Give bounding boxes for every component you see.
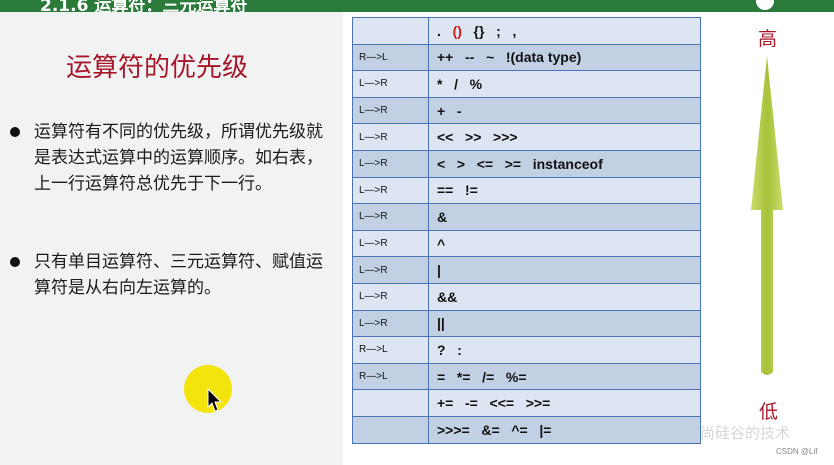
page-title: 运算符的优先级 [66, 53, 249, 83]
table-row: L—>R < > <= >= instanceof [352, 149, 701, 178]
associativity-cell: L—>R [352, 149, 429, 178]
bullet-item: 只有单目运算符、三元运算符、赋值运算符是从右向左运算的。 [10, 249, 330, 301]
associativity-cell: L—>R [352, 96, 429, 125]
operators-text: {} ; , [461, 22, 517, 39]
operators-cell: . () {} ; , [428, 17, 701, 45]
associativity-cell: R—>L [352, 362, 429, 391]
operators-cell: && [428, 282, 701, 311]
circle-icon [756, 0, 774, 10]
table-row: R—>L = *= /= %= [352, 362, 701, 391]
precedence-table: . () {} ; , R—>L ++ -- ~ !(data type) L—>R *… [352, 17, 701, 444]
associativity-cell: L—>R [352, 203, 429, 231]
operators-cell: << >> >>> [428, 123, 701, 151]
operators-cell: = *= /= %= [428, 362, 701, 391]
table-row: L—>R || [352, 309, 701, 338]
operators-cell: ++ -- ~ !(data type) [428, 43, 701, 72]
table-row: L—>R ^ [352, 229, 701, 258]
table-row: >>>= &= ^= |= [352, 415, 701, 444]
bullet-text: 只有单目运算符、三元运算符、赋值运算符是从右向左运算的。 [34, 252, 323, 298]
slide-title: 2.1.6 运算符：三元运算符 [40, 0, 248, 12]
operators-cell: >>>= &= ^= |= [428, 415, 701, 444]
high-label: 高 [758, 28, 778, 50]
bullet-icon [10, 257, 20, 267]
table-row: L—>R & [352, 203, 701, 231]
table-row: L—>R && [352, 282, 701, 311]
associativity-cell: L—>R [352, 70, 429, 98]
associativity-cell: L—>R [352, 309, 429, 338]
bullet-item: 运算符有不同的优先级，所谓优先级就是表达式运算中的运算顺序。如右表，上一行运算符… [10, 119, 330, 197]
operators-cell: * / % [428, 70, 701, 98]
operators-cell: ? : [428, 336, 701, 364]
credit-text: CSDN @Lif [776, 447, 818, 456]
table-row: R—>L? : [352, 336, 701, 364]
operators-cell: + - [428, 96, 701, 125]
associativity-cell: R—>L [352, 336, 429, 364]
associativity-cell: L—>R [352, 176, 429, 205]
bullet-text: 运算符有不同的优先级，所谓优先级就是表达式运算中的运算顺序。如右表，上一行运算符… [34, 122, 323, 194]
bullet-icon [10, 127, 20, 137]
table-row: L—>R * / % [352, 70, 701, 98]
priority-arrow-icon [751, 56, 783, 375]
table-row: L—>R + - [352, 96, 701, 125]
table-row: L—>R | [352, 256, 701, 284]
table-row: += -= <<= >>= [352, 389, 701, 417]
operators-cell: == != [428, 176, 701, 205]
operators-cell: | [428, 256, 701, 284]
associativity-cell: L—>R [352, 123, 429, 151]
associativity-cell: L—>R [352, 256, 429, 284]
associativity-cell: R—>L [352, 43, 429, 72]
watermark: 尚硅谷的技术 [700, 424, 791, 442]
operators-cell: & [428, 203, 701, 231]
associativity-cell [352, 415, 429, 444]
table-row: L—>R == != [352, 176, 701, 205]
low-label: 低 [759, 401, 779, 423]
associativity-cell: L—>R [352, 282, 429, 311]
associativity-cell: L—>R [352, 229, 429, 258]
highlighted-operator: () [452, 22, 462, 39]
associativity-cell [352, 389, 429, 417]
operators-cell: < > <= >= instanceof [428, 149, 701, 178]
operators-cell: || [428, 309, 701, 338]
mouse-pointer-icon [207, 388, 223, 412]
slide-title-bar: 2.1.6 运算符：三元运算符 [0, 0, 834, 12]
operators-cell: += -= <<= >>= [428, 389, 701, 417]
associativity-cell [352, 17, 429, 45]
operators-cell: ^ [428, 229, 701, 258]
operators-text: . [437, 22, 453, 39]
table-row: . () {} ; , [352, 17, 701, 45]
table-row: R—>L ++ -- ~ !(data type) [352, 43, 701, 72]
table-row: L—>R << >> >>> [352, 123, 701, 151]
